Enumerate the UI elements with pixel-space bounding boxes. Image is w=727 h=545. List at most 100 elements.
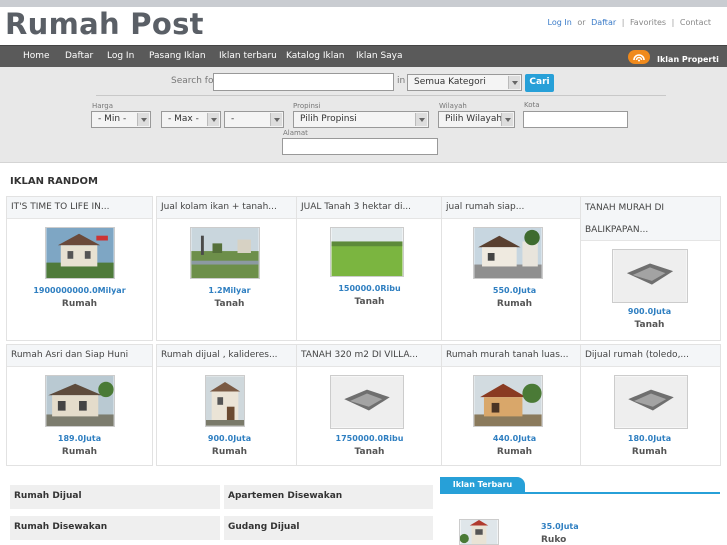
listing-card[interactable]: TANAH MURAH DI BALIKPAPAN... 900.0Juta T… — [580, 196, 721, 341]
latest-price[interactable]: 35.0Juta — [541, 522, 579, 531]
rss-feed-icon[interactable] — [628, 50, 650, 64]
price-min-value: - Min - — [98, 114, 127, 124]
register-link[interactable]: Daftar — [591, 18, 616, 27]
placeholder-photo[interactable] — [612, 249, 688, 303]
chevron-down-icon — [501, 113, 513, 126]
category-gudang-dijual[interactable]: Gudang Dijual — [224, 516, 433, 540]
search-button[interactable]: Cari — [525, 74, 554, 92]
tab-iklan-terbaru[interactable]: Iklan Terbaru — [440, 477, 525, 493]
listing-card[interactable]: IT'S TIME TO LIFE IN... 1900000000.0Mily… — [6, 196, 153, 341]
chevron-down-icon — [508, 76, 520, 89]
tab-underline — [440, 492, 720, 494]
listing-category: Rumah — [496, 447, 533, 457]
price-max-select[interactable]: - Max - — [161, 111, 221, 128]
main-nav: Home Daftar Log In Pasang Iklan Iklan te… — [0, 45, 727, 67]
price-extra-select[interactable]: - — [224, 111, 284, 128]
listing-price[interactable]: 550.0Juta — [442, 286, 587, 295]
listing-title[interactable]: jual rumah siap... — [442, 197, 587, 219]
favorites-link[interactable]: Favorites — [630, 18, 666, 27]
divider — [96, 95, 666, 96]
listing-title[interactable]: TANAH MURAH DI BALIKPAPAN... — [581, 197, 720, 241]
propinsi-label: Propinsi — [293, 102, 321, 110]
placeholder-photo[interactable] — [614, 375, 688, 429]
listing-price[interactable]: 900.0Juta — [579, 307, 720, 316]
search-input[interactable] — [213, 73, 394, 91]
nav-pasang-iklan[interactable]: Pasang Iklan — [149, 51, 206, 61]
house-photo[interactable] — [473, 227, 543, 279]
listing-price[interactable]: 1750000.0Ribu — [297, 434, 442, 443]
nav-iklan-saya[interactable]: Iklan Saya — [356, 51, 403, 61]
listing-title[interactable]: Jual kolam ikan + tanah... — [157, 197, 302, 219]
listing-card[interactable]: Rumah dijual , kalideres... 900.0Juta Ru… — [156, 344, 303, 466]
listing-card[interactable]: jual rumah siap... 550.0Juta Rumah — [441, 196, 588, 341]
field-photo[interactable] — [330, 227, 404, 277]
listing-price[interactable]: 1900000000.0Milyar — [7, 286, 152, 295]
top-links: Log In or Daftar | Favorites | Contact — [547, 18, 711, 27]
harga-label: Harga — [92, 102, 114, 110]
listing-category: Rumah — [61, 299, 98, 309]
latest-category: Ruko — [541, 535, 567, 545]
iklan-properti-label[interactable]: Iklan Properti — [657, 55, 719, 64]
propinsi-select[interactable]: Pilih Propinsi — [293, 111, 429, 128]
listing-card[interactable]: Jual kolam ikan + tanah... 1.2Milyar Tan… — [156, 196, 303, 341]
propinsi-value: Pilih Propinsi — [300, 114, 357, 124]
land-photo[interactable] — [190, 227, 260, 279]
house-photo[interactable] — [45, 375, 115, 427]
category-select[interactable]: Semua Kategori — [407, 74, 522, 91]
house-photo[interactable] — [205, 375, 245, 427]
ruko-photo[interactable] — [459, 519, 499, 545]
listing-title[interactable]: Dijual rumah (toledo,... — [581, 345, 720, 367]
listing-card[interactable]: Dijual rumah (toledo,... 180.0Juta Rumah — [580, 344, 721, 466]
placeholder-photo[interactable] — [330, 375, 404, 429]
price-extra-value: - — [231, 114, 235, 124]
listing-price[interactable]: 180.0Juta — [579, 434, 720, 443]
listing-title[interactable]: JUAL Tanah 3 hektar di... — [297, 197, 442, 219]
site-logo[interactable]: Rumah Post — [5, 7, 204, 41]
chevron-down-icon — [270, 113, 282, 126]
listing-title[interactable]: Rumah Asri dan Siap Huni — [7, 345, 152, 367]
listing-card[interactable]: Rumah murah tanah luas... 440.0Juta Ruma… — [441, 344, 588, 466]
nav-daftar[interactable]: Daftar — [65, 51, 93, 61]
category-rumah-dijual[interactable]: Rumah Dijual — [10, 485, 220, 509]
search-label: Search for — [171, 76, 218, 86]
listing-title[interactable]: Rumah murah tanah luas... — [442, 345, 587, 367]
alamat-input[interactable] — [282, 138, 438, 155]
nav-iklan-terbaru[interactable]: Iklan terbaru — [219, 51, 277, 61]
listing-price[interactable]: 1.2Milyar — [157, 286, 302, 295]
login-link[interactable]: Log In — [548, 18, 572, 27]
category-apartemen-disewakan[interactable]: Apartemen Disewakan — [224, 485, 433, 509]
house-photo[interactable] — [473, 375, 543, 427]
listing-card[interactable]: TANAH 320 m2 DI VILLA... 1750000.0Ribu T… — [296, 344, 443, 466]
price-max-value: - Max - — [168, 114, 199, 124]
listing-price[interactable]: 189.0Juta — [7, 434, 152, 443]
listing-title[interactable]: IT'S TIME TO LIFE IN... — [7, 197, 152, 219]
in-label: in — [397, 76, 406, 86]
listing-category: Rumah — [496, 299, 533, 309]
chevron-down-icon — [415, 113, 427, 126]
search-panel: Search for in Semua Kategori Cari Harga … — [0, 67, 727, 163]
listing-category: Tanah — [354, 447, 385, 457]
listing-category: Rumah — [61, 447, 98, 457]
listing-title[interactable]: Rumah dijual , kalideres... — [157, 345, 302, 367]
wilayah-select[interactable]: Pilih Wilayah — [438, 111, 515, 128]
contact-link[interactable]: Contact — [680, 18, 711, 27]
or-text: or — [577, 18, 586, 27]
nav-katalog-iklan[interactable]: Katalog Iklan — [286, 51, 344, 61]
category-rumah-disewakan[interactable]: Rumah Disewakan — [10, 516, 220, 540]
kota-label: Kota — [524, 101, 540, 109]
section-title: IKLAN RANDOM — [10, 176, 98, 187]
chevron-down-icon — [207, 113, 219, 126]
listing-card[interactable]: JUAL Tanah 3 hektar di... 150000.0Ribu T… — [296, 196, 443, 341]
nav-home[interactable]: Home — [23, 51, 50, 61]
alamat-label: Alamat — [283, 129, 308, 137]
nav-login[interactable]: Log In — [107, 51, 134, 61]
kota-input[interactable] — [523, 111, 628, 128]
listing-title[interactable]: TANAH 320 m2 DI VILLA... — [297, 345, 442, 367]
house-photo[interactable] — [45, 227, 115, 279]
price-min-select[interactable]: - Min - — [91, 111, 151, 128]
listing-card[interactable]: Rumah Asri dan Siap Huni 189.0Juta Rumah — [6, 344, 153, 466]
listing-price[interactable]: 440.0Juta — [442, 434, 587, 443]
wilayah-value: Pilih Wilayah — [445, 114, 503, 124]
listing-price[interactable]: 150000.0Ribu — [297, 284, 442, 293]
listing-price[interactable]: 900.0Juta — [157, 434, 302, 443]
